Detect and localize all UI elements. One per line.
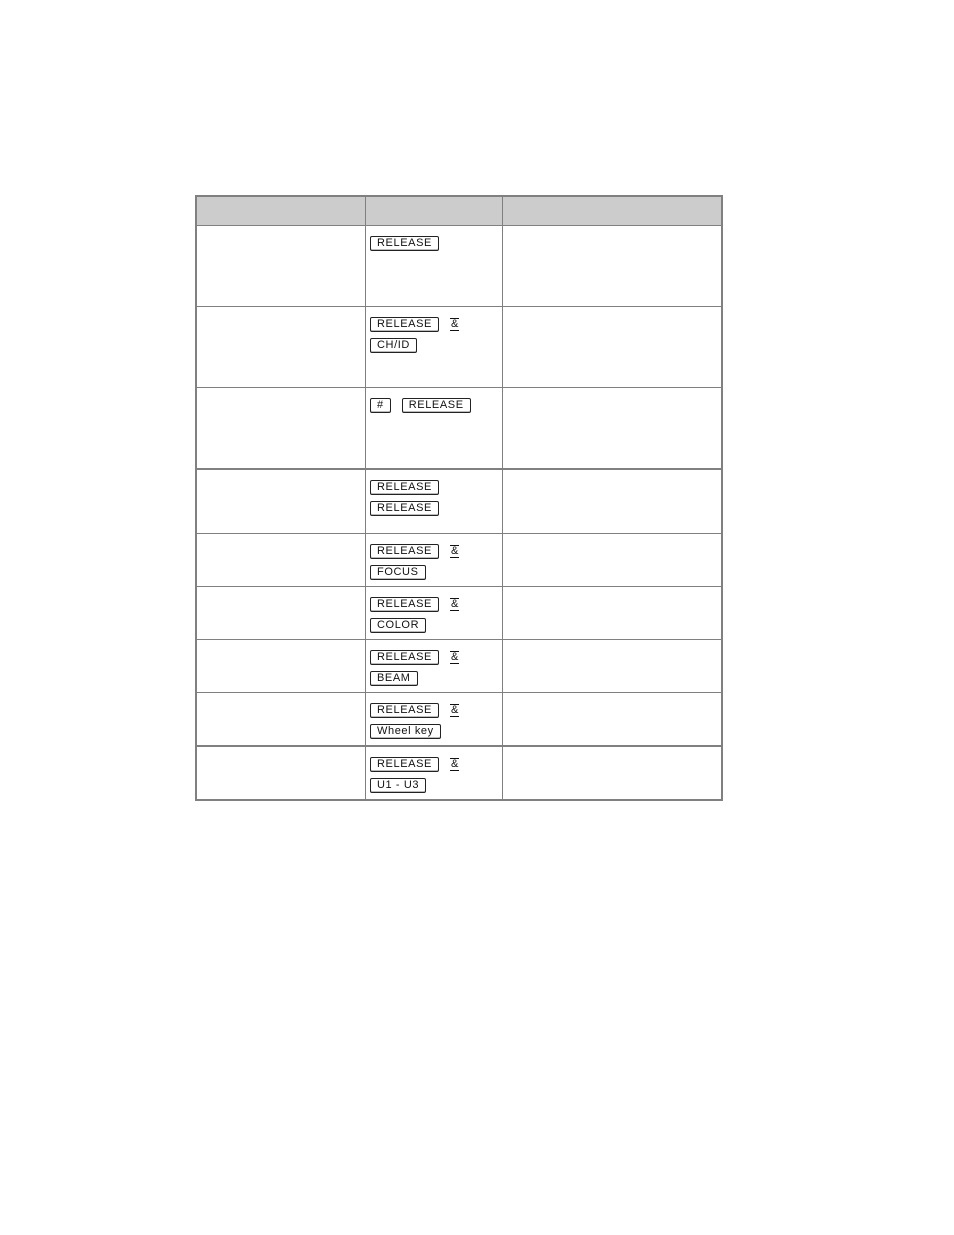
key-sequence: RELEASE & Wheel key xyxy=(366,693,502,742)
key-label: RELEASE xyxy=(370,757,439,772)
table-row: RELEASE xyxy=(195,225,723,307)
function-cell xyxy=(195,306,366,388)
key-line: Wheel key xyxy=(370,721,502,742)
description-cell xyxy=(502,586,723,640)
key-line: CH/ID xyxy=(370,335,502,356)
table-row: RELEASE & Wheel key xyxy=(195,692,723,747)
function-cell xyxy=(195,745,366,801)
key-label: RELEASE xyxy=(370,317,439,332)
description-cell xyxy=(502,745,723,801)
key-operations-table: RELEASE RELEASE & CH/ID # RELEASE RELEASE RELEA… xyxy=(195,195,723,801)
header-cell-1 xyxy=(195,195,366,226)
description-cell xyxy=(502,533,723,587)
key-line: # RELEASE xyxy=(370,395,502,416)
function-cell xyxy=(195,533,366,587)
key-line: RELEASE & xyxy=(370,700,502,721)
header-cell-2 xyxy=(365,195,503,226)
key-label: COLOR xyxy=(370,618,427,633)
key-label: RELEASE xyxy=(370,703,439,718)
key-sequence: RELEASE & BEAM xyxy=(366,640,502,689)
keys-cell: RELEASE xyxy=(365,225,503,307)
key-label: Wheel key xyxy=(370,724,441,739)
function-cell xyxy=(195,639,366,693)
function-cell xyxy=(195,225,366,307)
key-label: FOCUS xyxy=(370,565,426,580)
simultaneous-press-symbol: & xyxy=(449,318,460,331)
keys-cell: RELEASE & BEAM xyxy=(365,639,503,693)
key-line: FOCUS xyxy=(370,562,502,583)
key-line: RELEASE & xyxy=(370,647,502,668)
key-sequence: RELEASE & U1 - U3 xyxy=(366,747,502,796)
key-label: RELEASE xyxy=(370,501,439,516)
header-cell-3 xyxy=(502,195,723,226)
table-row: RELEASE & U1 - U3 xyxy=(195,745,723,801)
table-row: RELEASE & COLOR xyxy=(195,586,723,640)
key-label: BEAM xyxy=(370,671,418,686)
table-row: RELEASE & BEAM xyxy=(195,639,723,693)
keys-cell: RELEASE & Wheel key xyxy=(365,692,503,747)
simultaneous-press-symbol: & xyxy=(449,704,460,717)
key-label: U1 - U3 xyxy=(370,778,427,793)
key-sequence: RELEASE & COLOR xyxy=(366,587,502,636)
simultaneous-press-symbol: & xyxy=(449,545,460,558)
table-row: RELEASE & FOCUS xyxy=(195,533,723,587)
keys-cell: # RELEASE xyxy=(365,387,503,470)
function-cell xyxy=(195,692,366,747)
table-row: RELEASE RELEASE xyxy=(195,468,723,534)
function-cell xyxy=(195,586,366,640)
description-cell xyxy=(502,387,723,470)
description-cell xyxy=(502,306,723,388)
description-cell xyxy=(502,225,723,307)
table-row: # RELEASE xyxy=(195,387,723,470)
table-header-row xyxy=(195,195,723,226)
key-line: COLOR xyxy=(370,615,502,636)
description-cell xyxy=(502,692,723,747)
key-label: RELEASE xyxy=(370,480,439,495)
key-line: RELEASE xyxy=(370,233,502,254)
key-line: BEAM xyxy=(370,668,502,689)
key-label: RELEASE xyxy=(401,398,471,413)
function-cell xyxy=(195,387,366,470)
key-sequence: RELEASE & CH/ID xyxy=(366,307,502,356)
key-sequence: # RELEASE xyxy=(366,388,502,416)
key-label: RELEASE xyxy=(370,544,439,559)
simultaneous-press-symbol: & xyxy=(449,758,460,771)
key-label: RELEASE xyxy=(370,650,439,665)
key-label: RELEASE xyxy=(370,597,439,612)
key-line: RELEASE xyxy=(370,498,502,519)
simultaneous-press-symbol: & xyxy=(449,598,460,611)
key-sequence: RELEASE RELEASE xyxy=(366,470,502,519)
key-label: RELEASE xyxy=(370,236,439,251)
key-line: RELEASE & xyxy=(370,541,502,562)
description-cell xyxy=(502,468,723,534)
simultaneous-press-symbol: & xyxy=(449,651,460,664)
table-row: RELEASE & CH/ID xyxy=(195,306,723,388)
keys-cell: RELEASE & FOCUS xyxy=(365,533,503,587)
function-cell xyxy=(195,468,366,534)
key-line: U1 - U3 xyxy=(370,775,502,796)
key-label: # xyxy=(370,398,391,413)
keys-cell: RELEASE & CH/ID xyxy=(365,306,503,388)
keys-cell: RELEASE RELEASE xyxy=(365,468,503,534)
keys-cell: RELEASE & U1 - U3 xyxy=(365,745,503,801)
key-sequence: RELEASE xyxy=(366,226,502,254)
description-cell xyxy=(502,639,723,693)
keys-cell: RELEASE & COLOR xyxy=(365,586,503,640)
key-line: RELEASE & xyxy=(370,594,502,615)
key-line: RELEASE & xyxy=(370,754,502,775)
key-line: RELEASE xyxy=(370,477,502,498)
key-line: RELEASE & xyxy=(370,314,502,335)
key-label: CH/ID xyxy=(370,338,417,353)
key-sequence: RELEASE & FOCUS xyxy=(366,534,502,583)
